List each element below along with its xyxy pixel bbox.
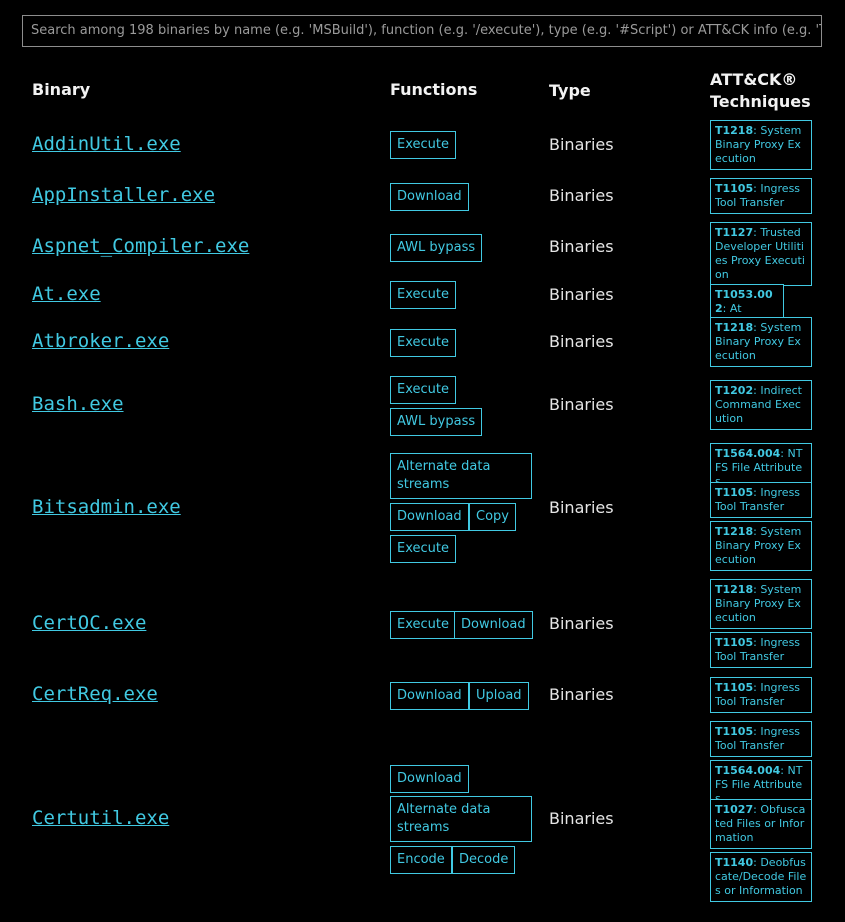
function-tag[interactable]: Execute <box>390 281 456 309</box>
technique-tag[interactable]: T1218: System Binary Proxy Execution <box>710 521 812 571</box>
header-functions: Functions <box>390 80 478 99</box>
technique-id: T1105 <box>715 725 754 738</box>
function-tag[interactable]: Execute <box>390 535 456 563</box>
binary-link[interactable]: AddinUtil.exe <box>32 132 181 156</box>
type-label: Binaries <box>549 614 614 633</box>
technique-id: T1564.004 <box>715 447 781 460</box>
binary-link[interactable]: Aspnet_Compiler.exe <box>32 234 249 258</box>
technique-tag[interactable]: T1218: System Binary Proxy Execution <box>710 317 812 367</box>
type-label: Binaries <box>549 498 614 517</box>
technique-id: T1105 <box>715 636 754 649</box>
technique-tag[interactable]: T1202: Indirect Command Execution <box>710 380 812 430</box>
header-type: Type <box>549 81 591 100</box>
binary-link[interactable]: AppInstaller.exe <box>32 183 215 207</box>
technique-tag[interactable]: T1140: Deobfuscate/Decode Files or Infor… <box>710 852 812 902</box>
binary-link[interactable]: Bash.exe <box>32 392 124 416</box>
technique-tag[interactable]: T1053.002: At <box>710 284 784 320</box>
technique-id: T1105 <box>715 681 754 694</box>
function-tag[interactable]: Download <box>390 503 469 531</box>
header-binary: Binary <box>32 80 91 99</box>
technique-tag[interactable]: T1127: Trusted Developer Utilities Proxy… <box>710 222 812 286</box>
technique-tag[interactable]: T1105: Ingress Tool Transfer <box>710 721 812 757</box>
technique-id: T1218 <box>715 525 754 538</box>
header-attack-line1: ATT&CK® <box>710 70 798 89</box>
binary-link[interactable]: At.exe <box>32 282 101 306</box>
technique-tag[interactable]: T1105: Ingress Tool Transfer <box>710 178 812 214</box>
technique-id: T1140 <box>715 856 754 869</box>
function-tag[interactable]: Download <box>454 611 533 639</box>
function-tag[interactable]: Copy <box>469 503 516 531</box>
function-tag[interactable]: Execute <box>390 329 456 357</box>
function-tag[interactable]: Download <box>390 183 469 211</box>
function-tag[interactable]: Upload <box>469 682 529 710</box>
type-label: Binaries <box>549 685 614 704</box>
search-input[interactable]: Search among 198 binaries by name (e.g. … <box>22 15 822 47</box>
technique-name: : At <box>722 302 742 315</box>
technique-id: T1127 <box>715 226 754 239</box>
type-label: Binaries <box>549 332 614 351</box>
technique-id: T1564.004 <box>715 764 781 777</box>
function-tag[interactable]: Download <box>390 765 469 793</box>
technique-tag[interactable]: T1027: Obfuscated Files or Information <box>710 799 812 849</box>
type-label: Binaries <box>549 395 614 414</box>
function-tag[interactable]: Execute <box>390 131 456 159</box>
technique-id: T1218 <box>715 321 754 334</box>
binary-link[interactable]: CertReq.exe <box>32 682 158 706</box>
function-tag[interactable]: Execute <box>390 611 456 639</box>
function-tag[interactable]: Alternate data streams <box>390 453 532 499</box>
function-tag[interactable]: Alternate data streams <box>390 796 532 842</box>
type-label: Binaries <box>549 809 614 828</box>
technique-tag[interactable]: T1105: Ingress Tool Transfer <box>710 632 812 668</box>
function-tag[interactable]: Decode <box>452 846 516 874</box>
function-tag[interactable]: Encode <box>390 846 452 874</box>
technique-id: T1218 <box>715 583 754 596</box>
binary-link[interactable]: Certutil.exe <box>32 806 169 830</box>
technique-id: T1105 <box>715 182 754 195</box>
technique-tag[interactable]: T1105: Ingress Tool Transfer <box>710 677 812 713</box>
technique-id: T1027 <box>715 803 754 816</box>
type-label: Binaries <box>549 135 614 154</box>
technique-tag[interactable]: T1218: System Binary Proxy Execution <box>710 579 812 629</box>
function-tag[interactable]: AWL bypass <box>390 234 483 262</box>
technique-tag[interactable]: T1218: System Binary Proxy Execution <box>710 120 812 170</box>
binary-link[interactable]: Bitsadmin.exe <box>32 495 181 519</box>
technique-id: T1105 <box>715 486 754 499</box>
technique-tag[interactable]: T1105: Ingress Tool Transfer <box>710 482 812 518</box>
technique-id: T1218 <box>715 124 754 137</box>
function-tag[interactable]: Execute <box>390 376 456 404</box>
type-label: Binaries <box>549 285 614 304</box>
function-tag[interactable]: AWL bypass <box>390 408 483 436</box>
technique-id: T1202 <box>715 384 754 397</box>
type-label: Binaries <box>549 237 614 256</box>
header-attack-line2: Techniques <box>710 92 811 111</box>
type-label: Binaries <box>549 186 614 205</box>
function-tag[interactable]: Download <box>390 682 469 710</box>
binary-link[interactable]: CertOC.exe <box>32 611 146 635</box>
binary-link[interactable]: Atbroker.exe <box>32 329 169 353</box>
